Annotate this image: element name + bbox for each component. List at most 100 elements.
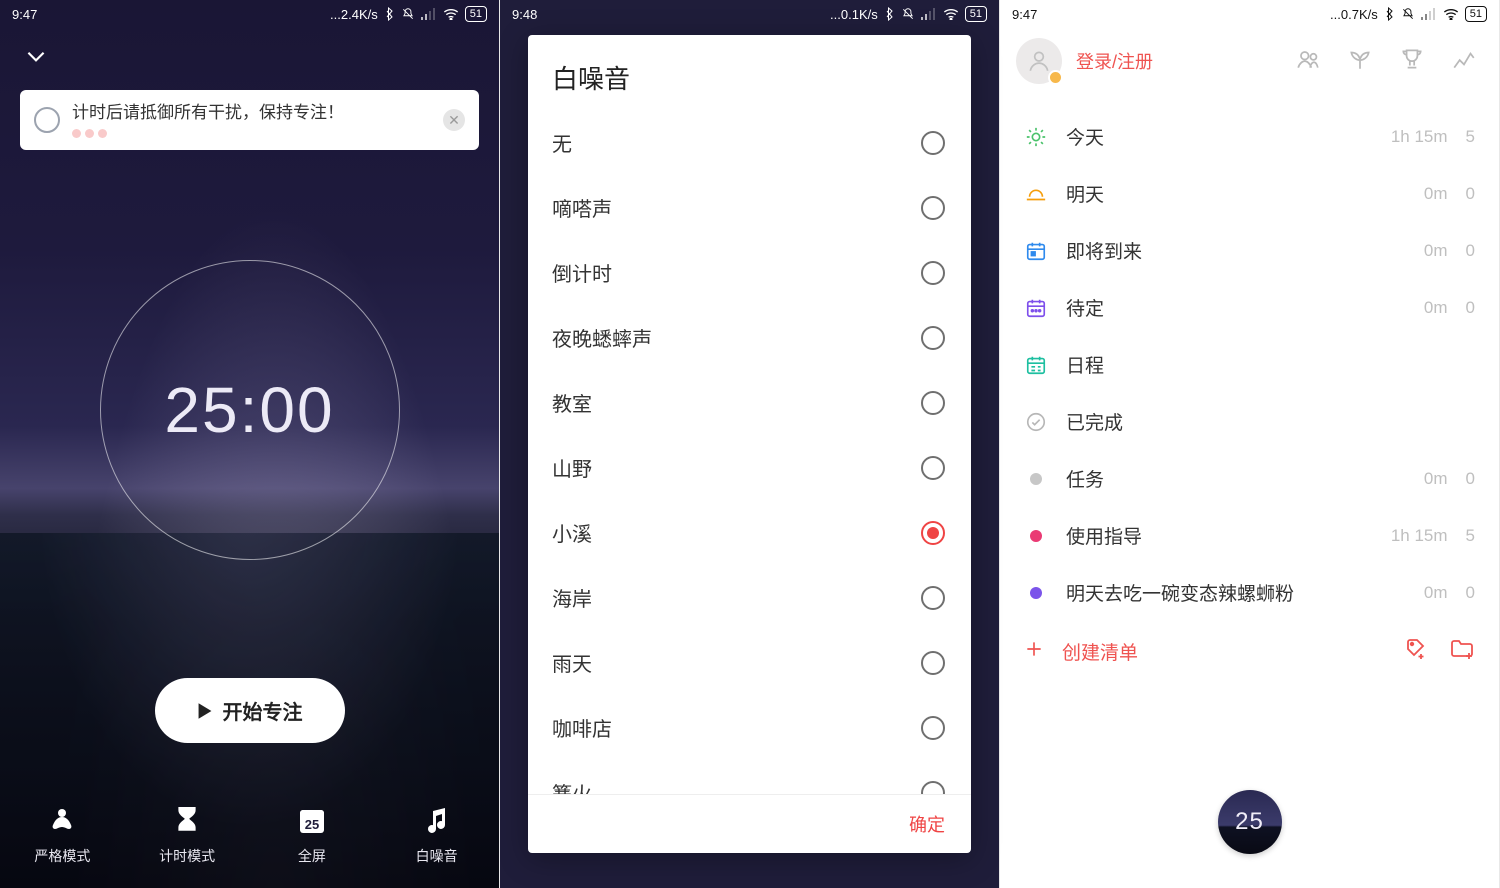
battery-indicator: 51 [965,6,987,22]
timer-ring[interactable]: 25:00 [100,260,400,560]
list-item[interactable]: 日程 [1000,336,1499,393]
option-label: 雨天 [552,648,592,677]
status-time: 9:48 [512,7,537,22]
item-label: 明天 [1066,180,1104,207]
option-label: 海岸 [552,583,592,612]
radio-icon [921,781,945,795]
option-label: 夜晚蟋蟀声 [552,323,652,352]
tab-strict-label: 严格模式 [34,846,90,866]
item-label: 已完成 [1066,408,1123,435]
dialog-title: 白噪音 [528,35,971,110]
tab-timer-label: 计时模式 [159,846,215,866]
item-count: 0 [1466,583,1475,603]
signal-icon [1421,8,1437,20]
list-item[interactable]: 待定0m0 [1000,279,1499,336]
status-time: 9:47 [12,7,37,22]
radio-icon [921,131,945,155]
create-list-label: 创建清单 [1062,638,1138,665]
pomodoro-dots [72,129,431,138]
tab-fullscreen[interactable]: 25 全屏 [250,783,375,888]
list-item[interactable]: 任务0m0 [1000,450,1499,507]
list-item[interactable]: 明天 0m 0 [1000,165,1499,222]
add-folder-button[interactable] [1449,637,1475,666]
trophy-icon[interactable] [1399,46,1425,77]
mute-icon [401,7,415,21]
svg-text:25: 25 [305,817,319,832]
item-label: 日程 [1066,351,1104,378]
battery-indicator: 51 [465,6,487,22]
item-duration: 0m [1424,469,1448,489]
tab-timer-mode[interactable]: 计时模式 [125,783,250,888]
item-count: 0 [1466,241,1475,261]
option-label: 教室 [552,388,592,417]
confirm-button[interactable]: 确定 [909,811,945,837]
wifi-icon [1443,8,1459,20]
whitenoise-option[interactable]: 无 [528,110,971,175]
whitenoise-option[interactable]: 嘀嗒声 [528,175,971,240]
list-item[interactable]: 即将到来 0m 0 [1000,222,1499,279]
radio-icon [921,651,945,675]
collapse-button[interactable] [22,42,50,70]
dot-icon [1024,587,1048,599]
option-label: 咖啡店 [552,713,612,742]
dot-icon [1024,530,1048,542]
option-label: 山野 [552,453,592,482]
item-label: 待定 [1066,294,1104,321]
sprout-icon[interactable] [1347,46,1373,77]
mute-icon [1401,7,1415,21]
signal-icon [421,8,437,20]
radio-icon [921,521,945,545]
tip-checkbox[interactable] [34,107,60,133]
list-item[interactable]: 今天1h 15m5 [1000,108,1499,165]
item-label: 今天 [1066,123,1104,150]
community-icon[interactable] [1295,46,1321,77]
option-label: 倒计时 [552,258,612,287]
meditate-icon [47,806,77,836]
pending-icon [1024,297,1048,319]
option-label: 嘀嗒声 [552,193,612,222]
battery-indicator: 51 [1465,6,1487,22]
whitenoise-option[interactable]: 教室 [528,370,971,435]
item-label: 任务 [1066,465,1104,492]
avatar[interactable] [1016,38,1062,84]
list-item[interactable]: 使用指导1h 15m5 [1000,507,1499,564]
radio-icon [921,716,945,740]
focus-floating-button[interactable]: 25 [1218,790,1282,854]
item-duration: 0m [1424,241,1448,261]
list-item[interactable]: 已完成 [1000,393,1499,450]
whitenoise-option[interactable]: 海岸 [528,565,971,630]
add-tag-button[interactable] [1403,637,1427,666]
tab-whitenoise[interactable]: 白噪音 [374,783,499,888]
whitenoise-option[interactable]: 小溪 [528,500,971,565]
radio-icon [921,586,945,610]
item-count: 0 [1466,184,1475,204]
tab-strict-mode[interactable]: 严格模式 [0,783,125,888]
whitenoise-option[interactable]: 篝火 [528,760,971,794]
start-focus-button[interactable]: 开始专注 [155,678,345,743]
item-label: 使用指导 [1066,522,1142,549]
status-net: ...0.7K/s [1330,7,1378,22]
whitenoise-option[interactable]: 倒计时 [528,240,971,305]
whitenoise-option[interactable]: 雨天 [528,630,971,695]
item-duration: 0m [1424,184,1448,204]
cal-icon [1024,240,1048,262]
calendar-icon: 25 [298,806,326,836]
list-item[interactable]: 明天去吃一碗变态辣螺蛳粉0m0 [1000,564,1499,621]
bottom-tabs: 严格模式 计时模式 25 全屏 白噪音 [0,783,499,888]
whitenoise-option[interactable]: 夜晚蟋蟀声 [528,305,971,370]
item-label: 即将到来 [1066,237,1142,264]
whitenoise-option[interactable]: 山野 [528,435,971,500]
tip-text: 计时后请抵御所有干扰，保持专注！ [72,102,431,125]
hourglass-icon [176,806,198,836]
tab-whitenoise-label: 白噪音 [416,846,458,866]
item-count: 5 [1466,526,1475,546]
status-bar: 9:48 ...0.1K/s 51 [500,0,999,28]
status-net: ...0.1K/s [830,7,878,22]
whitenoise-option[interactable]: 咖啡店 [528,695,971,760]
tab-fullscreen-label: 全屏 [298,846,326,866]
create-list-button[interactable]: 创建清单 [1024,638,1138,665]
tip-close-button[interactable]: ✕ [443,109,465,131]
stats-icon[interactable] [1451,46,1477,77]
login-register-link[interactable]: 登录/注册 [1076,48,1153,74]
mute-icon [901,7,915,21]
